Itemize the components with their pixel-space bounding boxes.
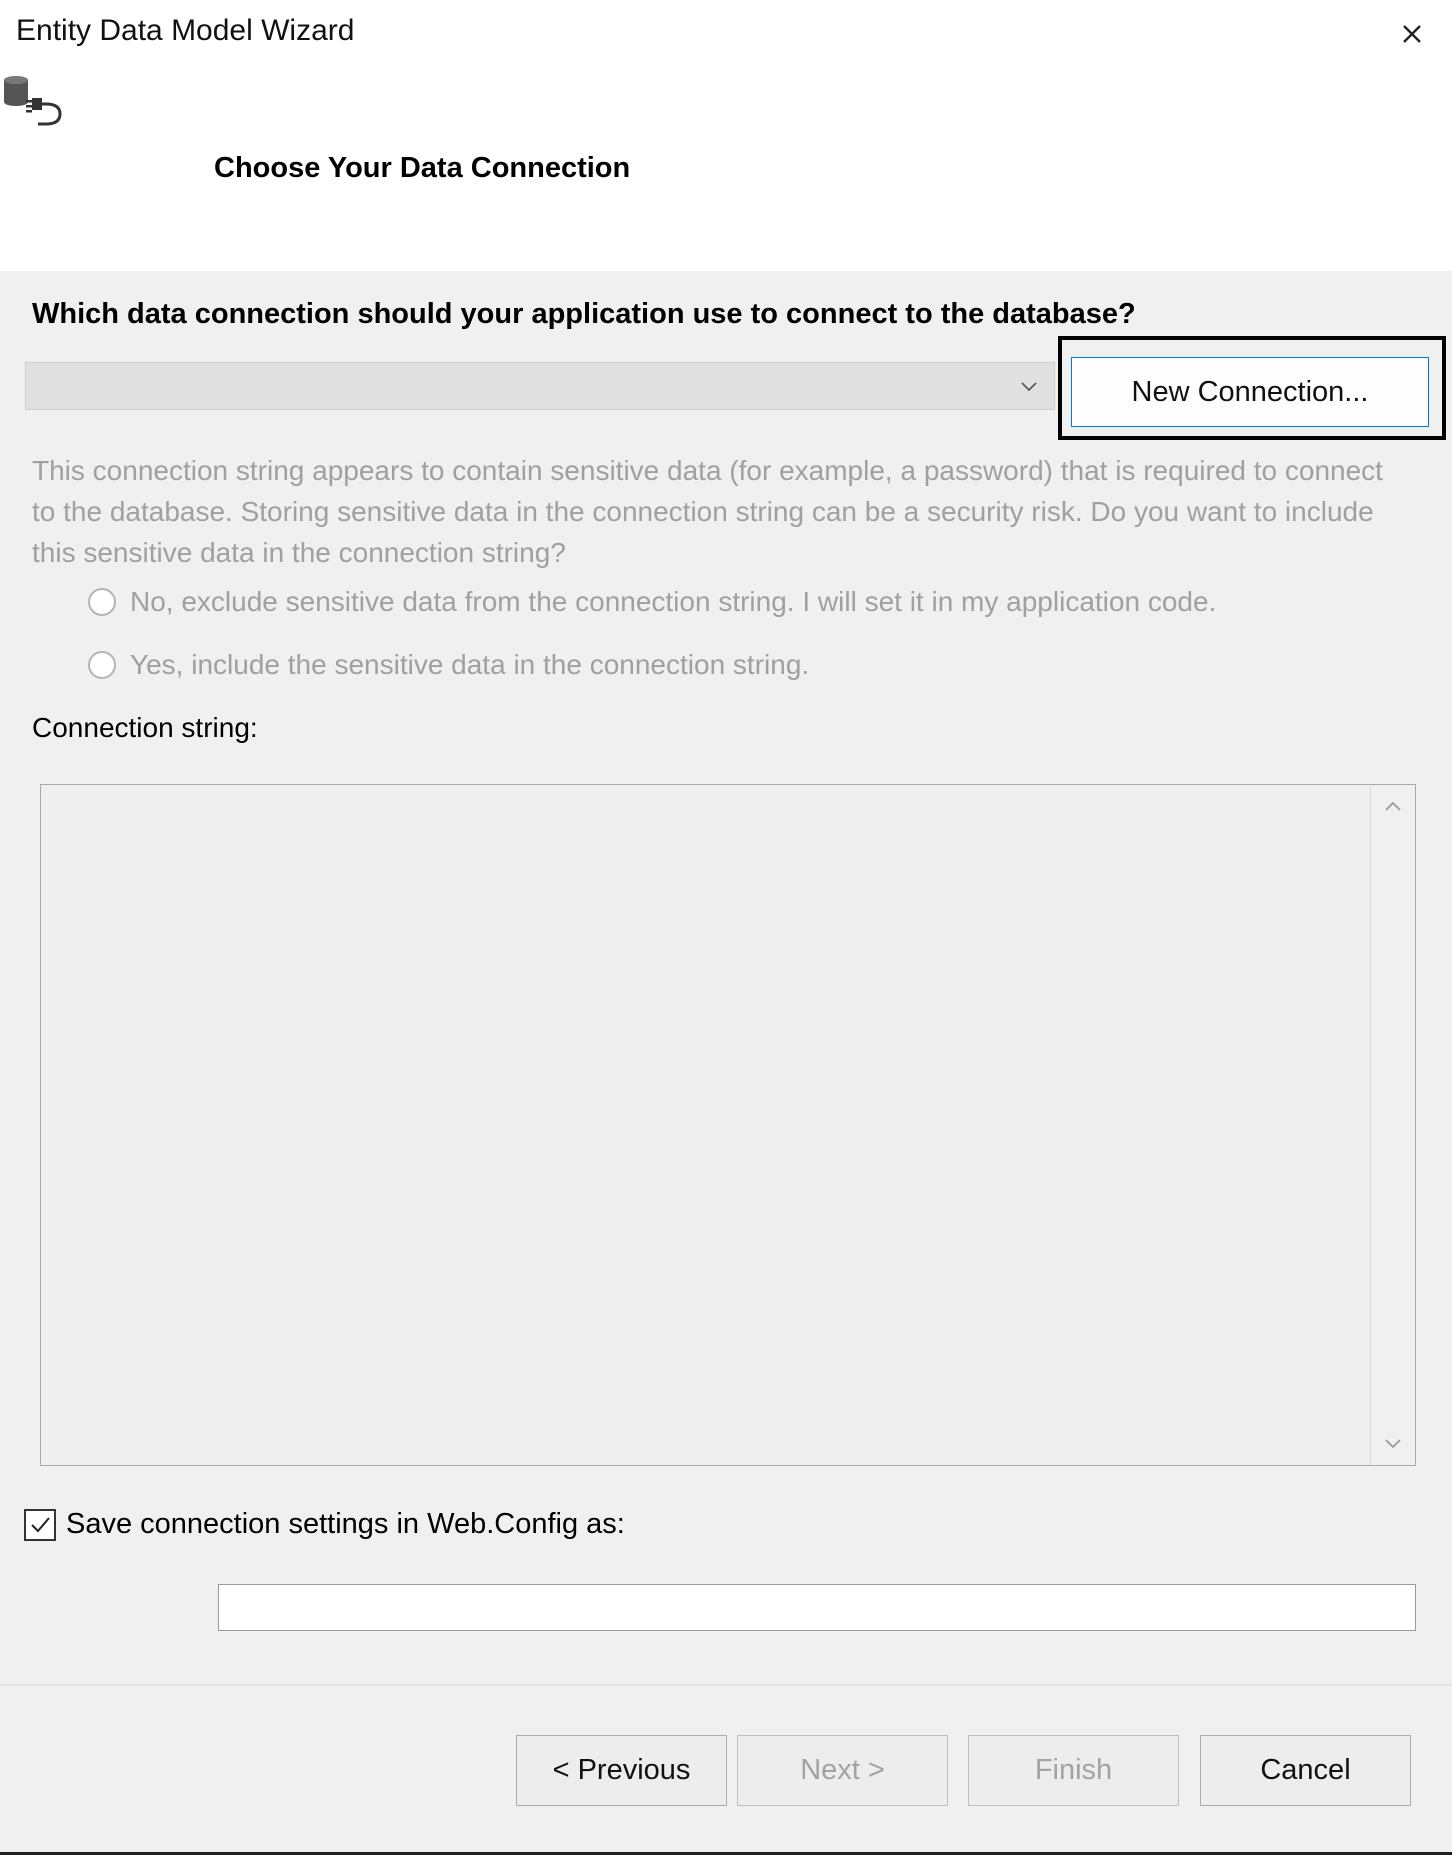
scroll-down-icon[interactable] — [1382, 1435, 1404, 1453]
chevron-down-icon — [1021, 382, 1037, 392]
radio-include-label: Yes, include the sensitive data in the c… — [130, 649, 810, 680]
connection-name-input[interactable] — [218, 1584, 1416, 1631]
vertical-scrollbar[interactable] — [1370, 785, 1415, 1465]
sensitive-data-message: This connection string appears to contai… — [32, 455, 1383, 568]
page-heading: Choose Your Data Connection — [214, 152, 631, 184]
finish-button[interactable]: Finish — [968, 1735, 1179, 1806]
cancel-button[interactable]: Cancel — [1200, 1735, 1411, 1806]
wizard-header: Entity Data Model Wizard Choose Your Dat… — [0, 0, 1452, 271]
previous-button[interactable]: < Previous — [516, 1735, 727, 1806]
save-settings-label: Save connection settings in Web.Config a… — [66, 1508, 625, 1540]
new-connection-button[interactable]: New Connection... — [1071, 357, 1429, 427]
radio-exclude-label: No, exclude sensitive data from the conn… — [130, 586, 1217, 617]
wizard-window: Entity Data Model Wizard Choose Your Dat… — [0, 0, 1452, 1855]
close-icon[interactable] — [1392, 14, 1432, 54]
checkmark-icon — [31, 1516, 50, 1532]
connection-question: Which data connection should your applic… — [32, 298, 1136, 330]
save-settings-row: Save connection settings in Web.Config a… — [24, 1508, 625, 1541]
database-plug-icon — [2, 74, 64, 128]
save-settings-checkbox[interactable] — [24, 1508, 56, 1541]
window-title: Entity Data Model Wizard — [16, 14, 355, 47]
radio-button[interactable] — [88, 651, 116, 679]
radio-include-sensitive[interactable]: Yes, include the sensitive data in the c… — [88, 649, 809, 681]
connection-string-label: Connection string: — [32, 712, 258, 743]
connection-string-textarea[interactable] — [40, 784, 1416, 1466]
scroll-up-icon[interactable] — [1382, 797, 1404, 815]
next-button[interactable]: Next > — [737, 1735, 948, 1806]
radio-exclude-sensitive[interactable]: No, exclude sensitive data from the conn… — [88, 586, 1216, 618]
radio-button[interactable] — [88, 588, 116, 616]
connection-dropdown[interactable] — [25, 362, 1055, 410]
